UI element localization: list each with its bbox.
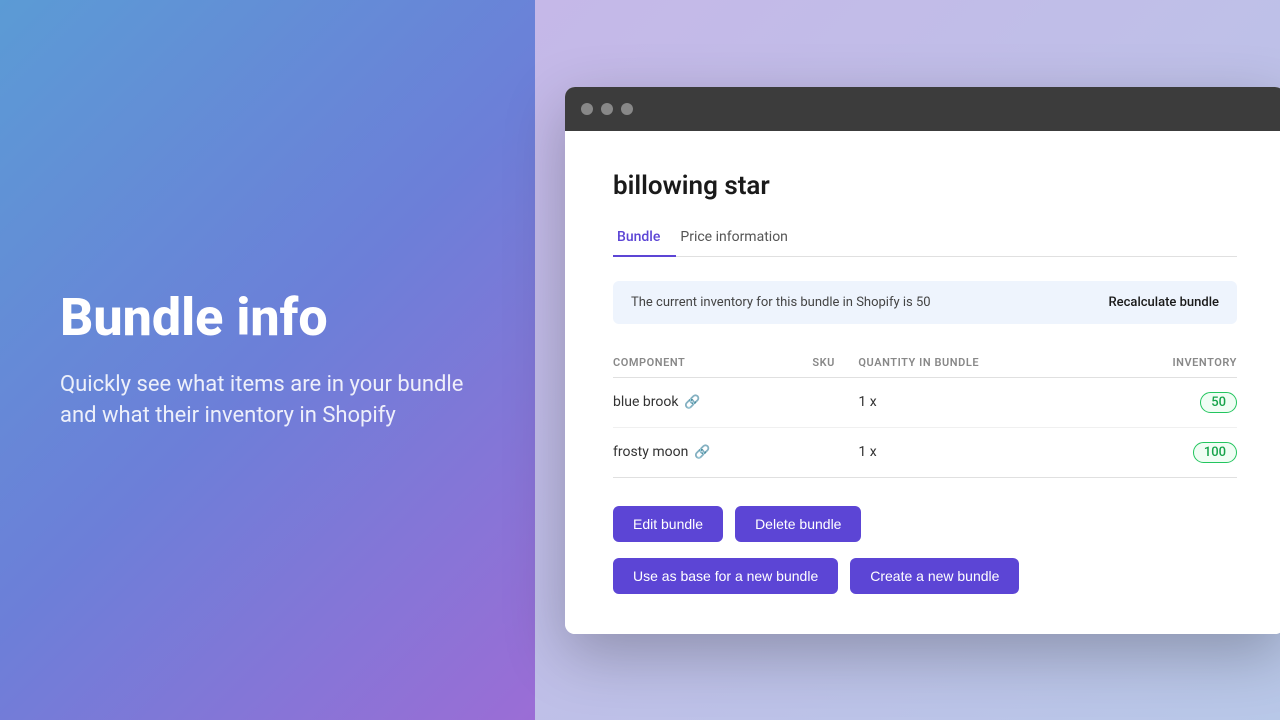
delete-bundle-button[interactable]: Delete bundle — [735, 506, 861, 542]
banner-text: The current inventory for this bundle in… — [631, 295, 931, 310]
tab-bundle[interactable]: Bundle — [613, 221, 676, 257]
link-icon[interactable]: 🔗 — [694, 445, 710, 460]
quantity-cell: 1 x — [858, 377, 1105, 427]
link-icon[interactable]: 🔗 — [684, 395, 700, 410]
col-header-quantity: QUANTITY IN BUNDLE — [858, 348, 1105, 378]
right-panel: billowing star Bundle Price information … — [535, 0, 1280, 720]
component-cell: frosty moon 🔗 — [613, 427, 812, 477]
inventory-cell: 100 — [1105, 427, 1237, 477]
table-header-row: COMPONENT SKU QUANTITY IN BUNDLE INVENTO… — [613, 348, 1237, 378]
component-name-label: frosty moon — [613, 444, 688, 460]
browser-content: billowing star Bundle Price information … — [565, 131, 1280, 634]
recalculate-button[interactable]: Recalculate bundle — [1109, 295, 1220, 310]
page-title: billowing star — [613, 171, 1237, 201]
browser-dot-minimize[interactable] — [601, 103, 613, 115]
tab-price-information[interactable]: Price information — [676, 221, 804, 257]
col-header-component: COMPONENT — [613, 348, 812, 378]
tab-bar: Bundle Price information — [613, 221, 1237, 257]
table-row: blue brook 🔗 1 x 50 — [613, 377, 1237, 427]
col-header-inventory: INVENTORY — [1105, 348, 1237, 378]
sku-cell — [812, 427, 858, 477]
browser-window: billowing star Bundle Price information … — [565, 87, 1280, 634]
left-panel: Bundle info Quickly see what items are i… — [0, 0, 535, 720]
inventory-badge: 50 — [1200, 392, 1237, 413]
browser-dot-maximize[interactable] — [621, 103, 633, 115]
secondary-button-row: Use as base for a new bundle Create a ne… — [613, 558, 1237, 594]
table-row: frosty moon 🔗 1 x 100 — [613, 427, 1237, 477]
component-name-label: blue brook — [613, 394, 678, 410]
primary-button-row: Edit bundle Delete bundle — [613, 506, 1237, 542]
sku-cell — [812, 377, 858, 427]
use-as-base-button[interactable]: Use as base for a new bundle — [613, 558, 838, 594]
info-banner: The current inventory for this bundle in… — [613, 281, 1237, 324]
component-cell: blue brook 🔗 — [613, 377, 812, 427]
browser-dot-close[interactable] — [581, 103, 593, 115]
create-new-bundle-button[interactable]: Create a new bundle — [850, 558, 1019, 594]
subtext: Quickly see what items are in your bundl… — [60, 370, 475, 432]
edit-bundle-button[interactable]: Edit bundle — [613, 506, 723, 542]
headline: Bundle info — [60, 289, 475, 346]
quantity-cell: 1 x — [858, 427, 1105, 477]
inventory-cell: 50 — [1105, 377, 1237, 427]
bundle-table: COMPONENT SKU QUANTITY IN BUNDLE INVENTO… — [613, 348, 1237, 478]
inventory-badge: 100 — [1193, 442, 1237, 463]
col-header-sku: SKU — [812, 348, 858, 378]
browser-titlebar — [565, 87, 1280, 131]
